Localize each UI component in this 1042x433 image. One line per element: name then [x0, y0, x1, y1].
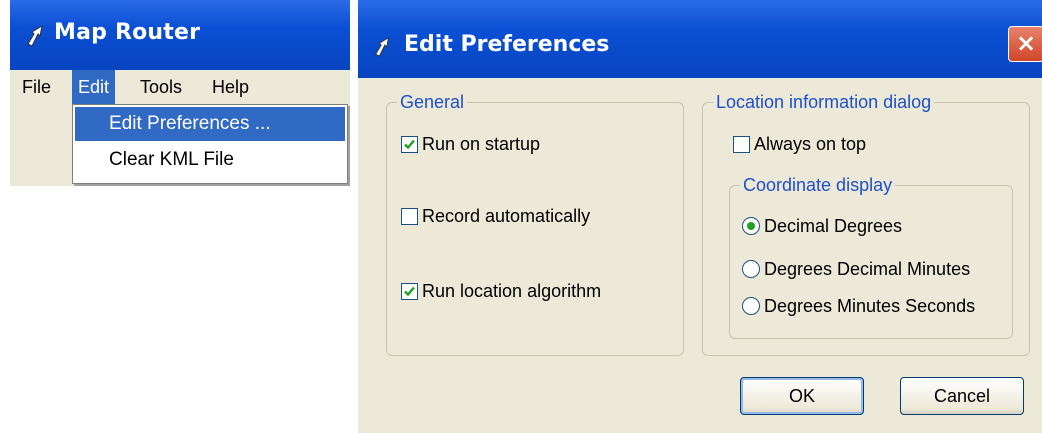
check-icon	[404, 286, 415, 296]
record-automatically-label: Record automatically	[422, 205, 591, 226]
radio-degrees-decimal-minutes[interactable]: Degrees Decimal Minutes	[742, 256, 970, 282]
radio-button[interactable]	[742, 297, 760, 315]
run-on-startup-checkbox[interactable]: Run on startup	[401, 131, 540, 157]
radio-label-degrees-decimal-minutes: Degrees Decimal Minutes	[764, 258, 971, 279]
coordinate-display-group: Coordinate display Decimal Degrees Degre…	[729, 174, 1013, 339]
radio-degrees-minutes-seconds[interactable]: Degrees Minutes Seconds	[742, 293, 975, 319]
menu-tools[interactable]: Tools	[134, 70, 188, 104]
main-titlebar[interactable]: Map Router	[10, 0, 350, 70]
general-legend: General	[397, 91, 468, 113]
run-location-algorithm-label: Run location algorithm	[422, 280, 602, 301]
radio-label-degrees-minutes-seconds: Degrees Minutes Seconds	[764, 295, 976, 316]
radio-button[interactable]	[742, 260, 760, 278]
radio-label-decimal-degrees: Decimal Degrees	[764, 215, 903, 236]
app-arrow-icon	[375, 36, 390, 57]
menu-edit[interactable]: Edit	[72, 70, 116, 104]
menu-item-clear-kml-file[interactable]: Clear KML File	[75, 143, 345, 177]
cancel-button[interactable]: Cancel	[900, 377, 1024, 415]
checkbox-box[interactable]	[733, 135, 750, 153]
menu-help[interactable]: Help	[206, 70, 255, 104]
dialog-titlebar[interactable]: Edit Preferences ×	[358, 0, 1042, 78]
edit-menu-dropdown: Edit Preferences ... Clear KML File	[72, 104, 348, 184]
always-on-top-checkbox[interactable]: Always on top	[733, 131, 866, 157]
radio-decimal-degrees[interactable]: Decimal Degrees	[742, 213, 902, 239]
close-icon: ×	[1015, 29, 1037, 57]
menu-file[interactable]: File	[16, 70, 57, 104]
edit-preferences-dialog: Edit Preferences × General Run on startu…	[358, 0, 1042, 433]
location-info-group: Location information dialog Always on to…	[702, 91, 1030, 356]
check-icon	[404, 139, 415, 149]
ok-button[interactable]: OK	[740, 377, 864, 415]
checkbox-box[interactable]	[401, 207, 418, 225]
run-location-algorithm-checkbox[interactable]: Run location algorithm	[401, 278, 601, 304]
main-window-title: Map Router	[54, 20, 201, 45]
menubar: File Edit Tools Help	[10, 70, 350, 106]
app-arrow-icon	[27, 24, 43, 47]
close-button[interactable]: ×	[1008, 26, 1042, 62]
location-info-legend: Location information dialog	[713, 91, 935, 113]
main-window: Map Router File Edit Tools Help Edit Pre…	[10, 0, 350, 186]
general-group: General Run on startup Record automatica…	[386, 91, 684, 356]
dialog-title: Edit Preferences	[404, 32, 610, 57]
run-on-startup-label: Run on startup	[422, 133, 541, 154]
radio-dot	[747, 222, 755, 230]
checkbox-box[interactable]	[401, 135, 418, 153]
record-automatically-checkbox[interactable]: Record automatically	[401, 203, 590, 229]
always-on-top-label: Always on top	[754, 133, 867, 154]
menu-item-edit-preferences[interactable]: Edit Preferences ...	[75, 107, 345, 141]
coordinate-display-legend: Coordinate display	[740, 174, 896, 196]
checkbox-box[interactable]	[401, 282, 418, 300]
radio-button[interactable]	[742, 217, 760, 235]
